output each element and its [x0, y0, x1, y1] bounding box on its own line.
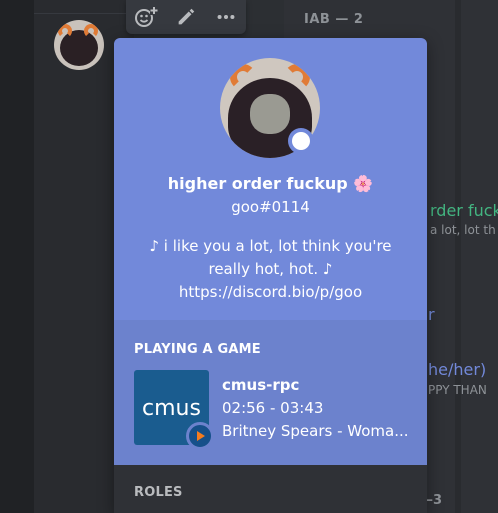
divider [34, 0, 134, 14]
activity-time: 02:56 - 03:43 [222, 399, 324, 417]
member-status-text: a lot, lot th [430, 223, 496, 237]
display-name: higher order fuckup 🌸 [167, 174, 374, 193]
bio-link[interactable]: https://discord.bio/p/goo [144, 281, 397, 304]
member-name[interactable]: rder fuck [430, 201, 498, 220]
member-name[interactable]: r [428, 305, 435, 324]
activity-details: Britney Spears - Woma... [222, 422, 409, 440]
bio-line: really hot, hot. ♪ [208, 260, 333, 278]
member-name[interactable]: he/her) [428, 360, 486, 379]
pencil-icon[interactable] [172, 3, 200, 31]
add-reaction-icon[interactable] [132, 3, 160, 31]
profile-bio: ♪ i like you a lot, lot think you're rea… [144, 235, 397, 304]
server-list [0, 0, 34, 513]
bio-line: ♪ i like you a lot, lot think you're [149, 237, 392, 255]
scrollbar-track[interactable] [455, 0, 461, 513]
message-hover-toolbar [126, 0, 246, 34]
game-icon-text: cmus [142, 396, 201, 421]
member-category-header: IAB — 2 [304, 12, 364, 27]
activity-name: cmus-rpc [222, 376, 300, 394]
more-icon[interactable] [212, 3, 240, 31]
message-avatar[interactable] [54, 20, 104, 70]
user-profile-popout: higher order fuckup 🌸 goo#0114 ♪ i like … [114, 38, 427, 513]
play-icon [186, 422, 214, 450]
roles-header: ROLES [134, 485, 183, 500]
member-status-text: PPY THAN [428, 383, 487, 397]
user-tag[interactable]: goo#0114 [114, 198, 427, 216]
online-status-icon [288, 128, 314, 154]
activity-header: PLAYING A GAME [134, 342, 261, 357]
